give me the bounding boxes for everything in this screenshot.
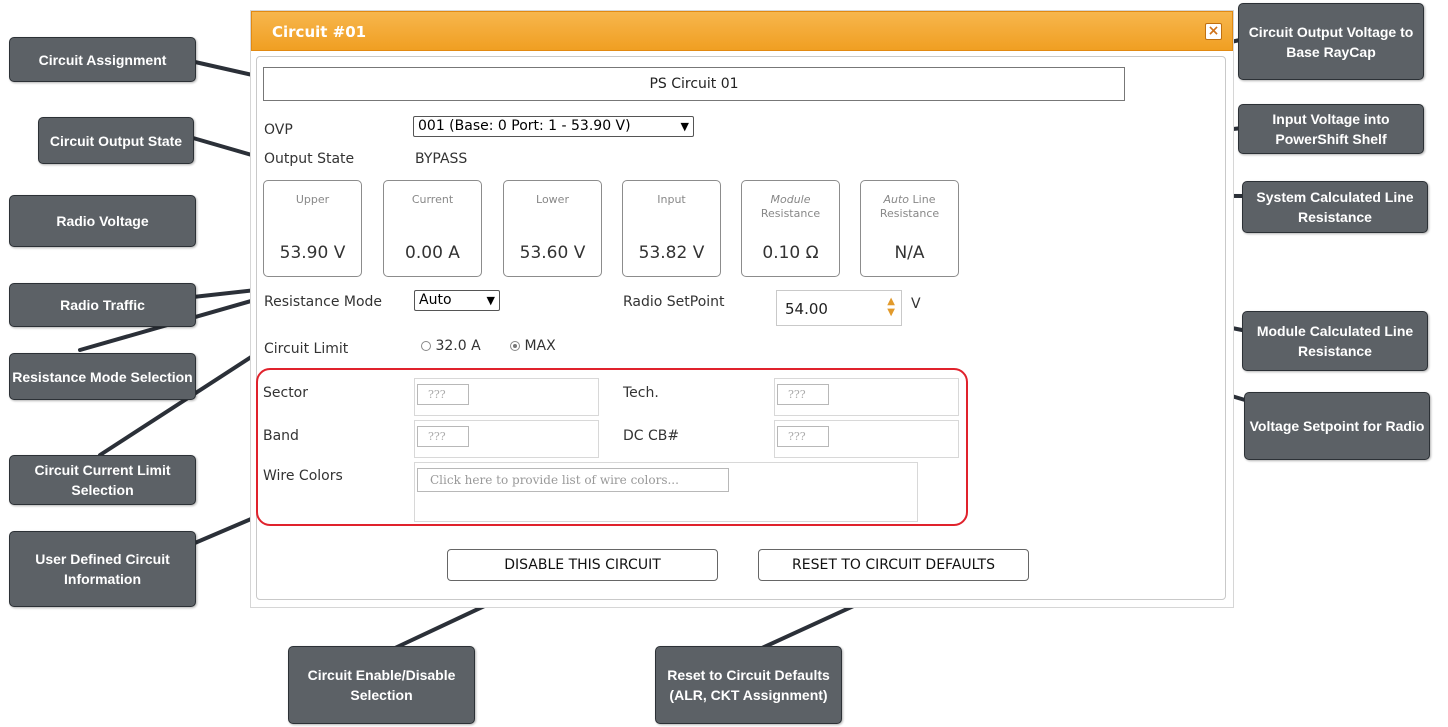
dccb-label: DC CB#: [623, 428, 680, 444]
card-caption: Lower: [536, 193, 569, 206]
limit-option-max[interactable]: MAX: [510, 338, 556, 354]
chevron-down-icon: ▼: [486, 294, 495, 307]
radio-setpoint-value: 54.00: [785, 300, 828, 318]
callout-radio-voltage: Radio Voltage: [9, 195, 196, 247]
callout-circuit-enable-disable: Circuit Enable/Disable Selection: [288, 646, 475, 724]
close-icon[interactable]: ×: [1205, 23, 1222, 40]
lower-voltage-card: Lower 53.60 V: [503, 180, 602, 277]
module-resistance-value: 0.10 Ω: [762, 243, 819, 263]
auto-line-resistance-value: N/A: [894, 243, 925, 263]
callout-circuit-current-limit: Circuit Current Limit Selection: [9, 455, 196, 505]
card-caption-italic: Module: [770, 193, 811, 206]
card-caption-italic: Auto: [883, 193, 910, 206]
band-field: ???: [414, 420, 599, 458]
resistance-mode-label: Resistance Mode: [264, 294, 383, 310]
callout-input-voltage: Input Voltage into PowerShift Shelf: [1238, 104, 1424, 154]
spinner-arrows-icon[interactable]: ▲ ▼: [887, 296, 895, 318]
radio-icon[interactable]: [421, 341, 431, 351]
ovp-label: OVP: [264, 122, 293, 138]
dccb-field: ???: [774, 420, 959, 458]
resistance-mode-value: Auto: [419, 292, 452, 308]
tech-input[interactable]: ???: [777, 384, 829, 405]
upper-voltage-card: Upper 53.90 V: [263, 180, 362, 277]
output-state-label: Output State: [264, 151, 355, 167]
current-card: Current 0.00 A: [383, 180, 482, 277]
callout-user-defined-info: User Defined Circuit Information: [9, 531, 196, 607]
resistance-mode-select[interactable]: Auto ▼: [414, 290, 500, 311]
ovp-select[interactable]: 001 (Base: 0 Port: 1 - 53.90 V) ▼: [413, 116, 694, 137]
callout-circuit-output-state: Circuit Output State: [38, 117, 194, 164]
radio-setpoint-spinner[interactable]: 54.00 ▲ ▼: [776, 290, 902, 326]
tech-field: ???: [774, 378, 959, 416]
card-caption: Upper: [295, 193, 330, 206]
card-caption-rest: Resistance: [760, 207, 821, 220]
circuit-limit-label: Circuit Limit: [264, 341, 349, 357]
limit-option-max-label: MAX: [524, 338, 556, 354]
callout-module-line-resistance: Module Calculated Line Resistance: [1242, 311, 1428, 371]
callout-circuit-output-voltage: Circuit Output Voltage to Base RayCap: [1238, 3, 1424, 80]
module-resistance-card: Module Resistance 0.10 Ω: [741, 180, 840, 277]
card-caption: Module Resistance: [742, 193, 839, 221]
ovp-select-value: 001 (Base: 0 Port: 1 - 53.90 V): [418, 118, 631, 134]
reset-defaults-button[interactable]: RESET TO CIRCUIT DEFAULTS: [758, 549, 1029, 581]
dccb-input[interactable]: ???: [777, 426, 829, 447]
output-state-value: BYPASS: [415, 151, 468, 167]
callout-reset-defaults: Reset to Circuit Defaults (ALR, CKT Assi…: [655, 646, 842, 724]
card-caption: Input: [657, 193, 686, 206]
radio-setpoint-label: Radio SetPoint: [623, 294, 725, 310]
callout-system-line-resistance: System Calculated Line Resistance: [1242, 181, 1428, 233]
radio-selected-icon[interactable]: [510, 341, 520, 351]
callout-voltage-setpoint: Voltage Setpoint for Radio: [1244, 392, 1430, 460]
band-input[interactable]: ???: [417, 426, 469, 447]
tech-label: Tech.: [623, 385, 659, 401]
chevron-down-icon: ▼: [680, 120, 689, 133]
circuit-name-field[interactable]: PS Circuit 01: [263, 67, 1125, 101]
disable-circuit-button[interactable]: DISABLE THIS CIRCUIT: [447, 549, 718, 581]
dialog-title: Circuit #01: [272, 23, 367, 41]
band-label: Band: [263, 428, 299, 444]
sector-input[interactable]: ???: [417, 384, 469, 405]
wire-colors-field: Click here to provide list of wire color…: [414, 462, 918, 522]
current-value: 0.00 A: [405, 243, 460, 263]
callout-radio-traffic: Radio Traffic: [9, 283, 196, 327]
card-caption: Auto Line Resistance: [861, 193, 958, 221]
callout-resistance-mode-selection: Resistance Mode Selection: [9, 353, 196, 400]
sector-label: Sector: [263, 385, 309, 401]
sector-field: ???: [414, 378, 599, 416]
callout-circuit-assignment: Circuit Assignment: [9, 37, 196, 82]
radio-setpoint-unit: V: [911, 296, 921, 312]
upper-voltage-value: 53.90 V: [279, 243, 346, 263]
input-voltage-value: 53.82 V: [638, 243, 705, 263]
dialog-titlebar[interactable]: Circuit #01 ×: [251, 11, 1233, 51]
lower-voltage-value: 53.60 V: [519, 243, 586, 263]
auto-line-resistance-card: Auto Line Resistance N/A: [860, 180, 959, 277]
wire-colors-label: Wire Colors: [263, 468, 343, 484]
card-caption: Current: [411, 193, 454, 206]
limit-option-32a-label: 32.0 A: [435, 338, 481, 354]
wire-colors-input[interactable]: Click here to provide list of wire color…: [417, 468, 729, 492]
limit-option-32a[interactable]: 32.0 A: [421, 338, 481, 354]
input-voltage-card: Input 53.82 V: [622, 180, 721, 277]
